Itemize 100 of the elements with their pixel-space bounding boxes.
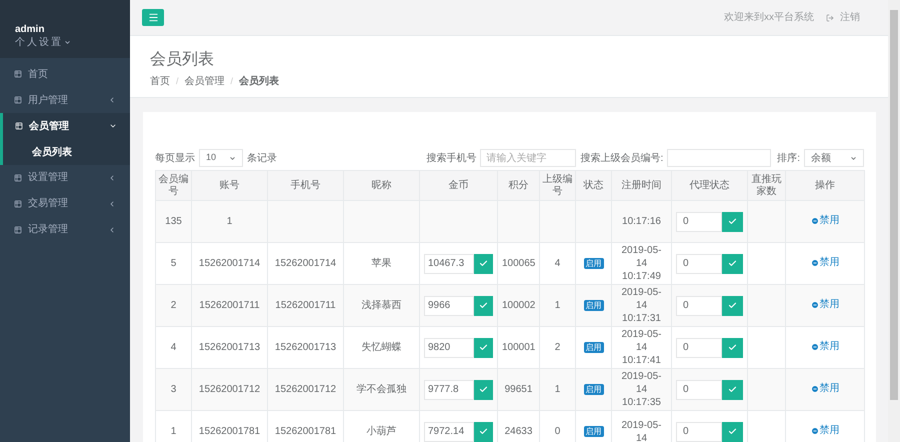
column-header: 代理状态: [690, 180, 730, 190]
column-header: 金币: [448, 180, 468, 190]
disable-link[interactable]: 禁用: [810, 255, 840, 270]
coins-field[interactable]: 9777.8: [424, 380, 474, 400]
save-button[interactable]: [722, 380, 743, 400]
disable-link[interactable]: 禁用: [810, 423, 840, 438]
menu-button[interactable]: [142, 9, 164, 26]
check-icon: [479, 427, 488, 436]
member-id: 5: [170, 258, 176, 269]
page-title: 会员列表: [150, 50, 215, 70]
check-icon: [728, 217, 737, 226]
agent-field[interactable]: 0: [676, 296, 722, 316]
disable-link[interactable]: 禁用: [810, 339, 840, 354]
profile-menu[interactable]: 个人设置: [15, 36, 115, 49]
disable-link[interactable]: 禁用: [810, 213, 840, 228]
agent-field[interactable]: 0: [676, 212, 722, 232]
per-page-select[interactable]: 10: [199, 149, 243, 167]
agent-field[interactable]: 0: [676, 380, 722, 400]
phone-search-field[interactable]: 请输入关键字: [480, 149, 576, 167]
parent-id: 4: [554, 258, 560, 269]
register-time: 2019-05-14 10:17:41: [621, 329, 662, 366]
coins-field[interactable]: 9820: [424, 338, 474, 358]
status-badge: 启用: [584, 258, 604, 269]
parent-search-label: 搜索上级会员编号:: [580, 152, 664, 166]
status-badge: 启用: [584, 426, 604, 437]
phone-number: 15262001711: [275, 300, 336, 311]
grid-icon: [14, 96, 22, 104]
grid-icon: [14, 200, 22, 208]
points-value: 100065: [502, 258, 536, 269]
check-icon: [479, 385, 488, 394]
phone-number: 15262001712: [274, 384, 336, 395]
save-button[interactable]: [474, 296, 493, 316]
save-button[interactable]: [722, 422, 743, 442]
column-header: 上级编号: [542, 174, 572, 196]
agent-field[interactable]: 0: [676, 422, 722, 442]
parent-id: 1: [554, 300, 560, 311]
agent-field[interactable]: 0: [676, 338, 722, 358]
caret-icon: [850, 154, 857, 162]
sidebar-item[interactable]: 用户管理: [0, 87, 130, 113]
sidebar-item[interactable]: 会员管理: [3, 113, 130, 139]
minus-circle-icon: [810, 342, 818, 351]
phone-number: 15262001713: [274, 342, 336, 353]
grid-icon: [15, 122, 23, 130]
sidebar-item[interactable]: 交易管理: [0, 190, 130, 216]
sort-label: 排序:: [777, 152, 800, 166]
save-button[interactable]: [722, 254, 743, 274]
column-header: 注册时间: [622, 180, 662, 190]
sidebar-item[interactable]: 设置管理: [0, 164, 130, 190]
disable-link[interactable]: 禁用: [810, 297, 840, 312]
minus-circle-icon: [810, 300, 818, 309]
points-value: 99651: [504, 384, 532, 395]
column-header: 昵称: [372, 180, 392, 190]
menu-icon: [148, 12, 158, 23]
nickname: 学不会孤独: [356, 384, 406, 395]
member-id: 2: [170, 300, 176, 311]
member-id: 135: [165, 216, 182, 227]
save-button[interactable]: [722, 212, 743, 232]
sidebar-item[interactable]: 记录管理: [0, 216, 130, 242]
nickname: 小葫芦: [366, 426, 396, 437]
coins-field[interactable]: 9966: [424, 296, 474, 316]
status-badge: 启用: [584, 300, 604, 311]
status-badge: 启用: [584, 384, 604, 395]
breadcrumb-link[interactable]: 会员管理: [184, 74, 225, 89]
disable-link[interactable]: 禁用: [810, 381, 840, 396]
scrollbar[interactable]: [888, 0, 900, 442]
account-number: 15262001713: [198, 342, 260, 353]
phone-number: 15262001714: [274, 258, 336, 269]
save-button[interactable]: [474, 422, 493, 442]
minus-circle-icon: [810, 384, 818, 393]
breadcrumb-link[interactable]: 会员列表: [239, 74, 280, 89]
save-button[interactable]: [474, 338, 493, 358]
coins-field[interactable]: 7972.14: [424, 422, 474, 442]
account-number: 15262001712: [198, 384, 260, 395]
logout-icon: [826, 14, 834, 22]
breadcrumb-link[interactable]: 首页: [150, 74, 170, 89]
coins-field[interactable]: 10467.3: [424, 254, 474, 274]
check-icon: [479, 343, 488, 352]
check-icon: [479, 301, 488, 310]
check-icon: [479, 259, 488, 268]
register-time: 10:17:16: [622, 216, 661, 227]
submenu-item[interactable]: 会员列表: [3, 140, 130, 164]
column-header: 操作: [815, 180, 835, 190]
save-button[interactable]: [722, 338, 743, 358]
sidebar-item[interactable]: 首页: [0, 61, 130, 87]
save-button[interactable]: [722, 296, 743, 316]
status-badge: 启用: [584, 342, 604, 353]
sort-select[interactable]: 余额: [804, 149, 864, 167]
points-value: 24633: [504, 426, 532, 437]
account-number: 15262001714: [198, 258, 260, 269]
agent-field[interactable]: 0: [676, 254, 722, 274]
parent-search-field[interactable]: [667, 149, 772, 167]
points-value: 100002: [502, 300, 536, 311]
save-button[interactable]: [474, 380, 493, 400]
records-label: 条记录: [247, 152, 277, 166]
save-button[interactable]: [474, 254, 493, 274]
check-icon: [728, 259, 737, 268]
minus-circle-icon: [810, 216, 818, 225]
nickname: 浅择慕西: [362, 300, 402, 311]
column-header: 状态: [584, 180, 604, 190]
per-page-label: 每页显示: [155, 152, 195, 166]
